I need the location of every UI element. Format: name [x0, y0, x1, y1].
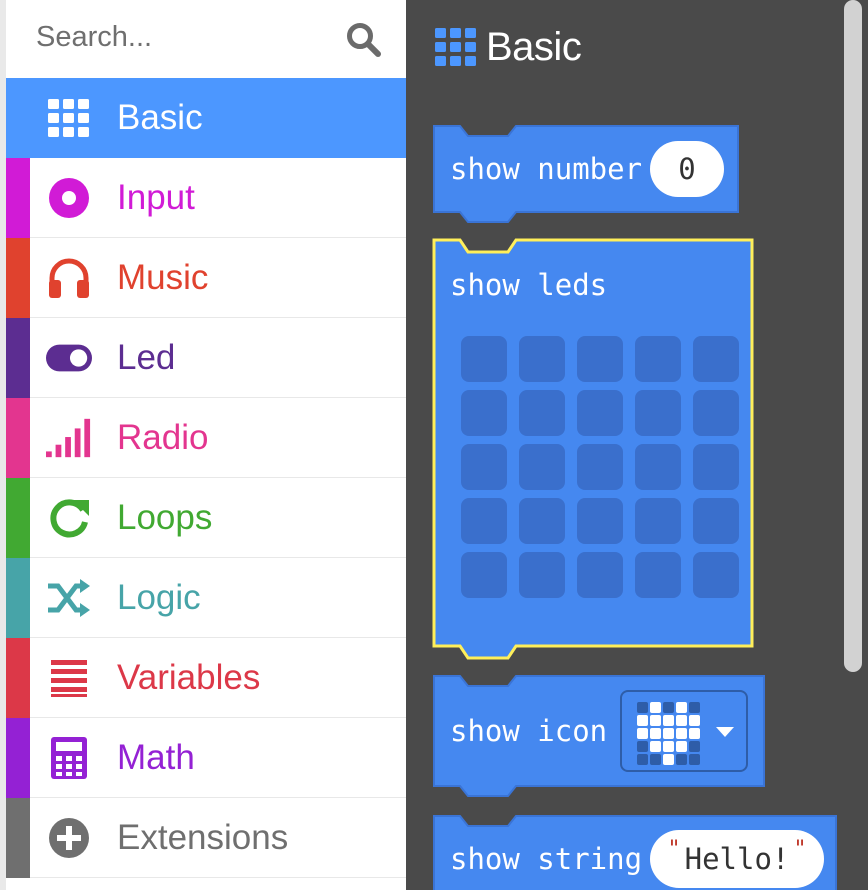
led-cell[interactable] — [519, 552, 565, 598]
led-cell[interactable] — [635, 336, 681, 382]
number-input[interactable]: 0 — [650, 141, 724, 197]
heart-icon — [637, 702, 700, 765]
led-cell[interactable] — [461, 336, 507, 382]
led-cell[interactable] — [519, 390, 565, 436]
led-cell[interactable] — [693, 390, 739, 436]
block-label: show number — [450, 152, 643, 186]
icon-dropdown[interactable] — [620, 690, 748, 772]
led-cell[interactable] — [635, 444, 681, 490]
led-cell[interactable] — [635, 498, 681, 544]
dropdown-arrow-icon — [716, 727, 734, 737]
led-cell[interactable] — [461, 552, 507, 598]
block-label: show string — [450, 842, 643, 876]
number-value: 0 — [678, 152, 696, 186]
led-cell[interactable] — [577, 498, 623, 544]
string-value: Hello! — [684, 842, 790, 876]
led-cell[interactable] — [693, 498, 739, 544]
string-input[interactable]: " Hello! " — [650, 830, 824, 888]
led-cell[interactable] — [461, 498, 507, 544]
block-label: show icon — [450, 714, 608, 748]
close-quote: " — [793, 836, 807, 862]
led-cell[interactable] — [519, 498, 565, 544]
led-cell[interactable] — [693, 552, 739, 598]
led-cell[interactable] — [693, 336, 739, 382]
led-cell[interactable] — [577, 390, 623, 436]
led-cell[interactable] — [693, 444, 739, 490]
led-cell[interactable] — [519, 336, 565, 382]
led-cell[interactable] — [577, 336, 623, 382]
led-cell[interactable] — [635, 552, 681, 598]
led-cell[interactable] — [519, 444, 565, 490]
led-cell[interactable] — [461, 390, 507, 436]
open-quote: " — [667, 836, 681, 862]
led-cell[interactable] — [577, 444, 623, 490]
led-cell[interactable] — [461, 444, 507, 490]
block-label: show leds — [450, 268, 608, 302]
led-cell[interactable] — [635, 390, 681, 436]
led-cell[interactable] — [577, 552, 623, 598]
